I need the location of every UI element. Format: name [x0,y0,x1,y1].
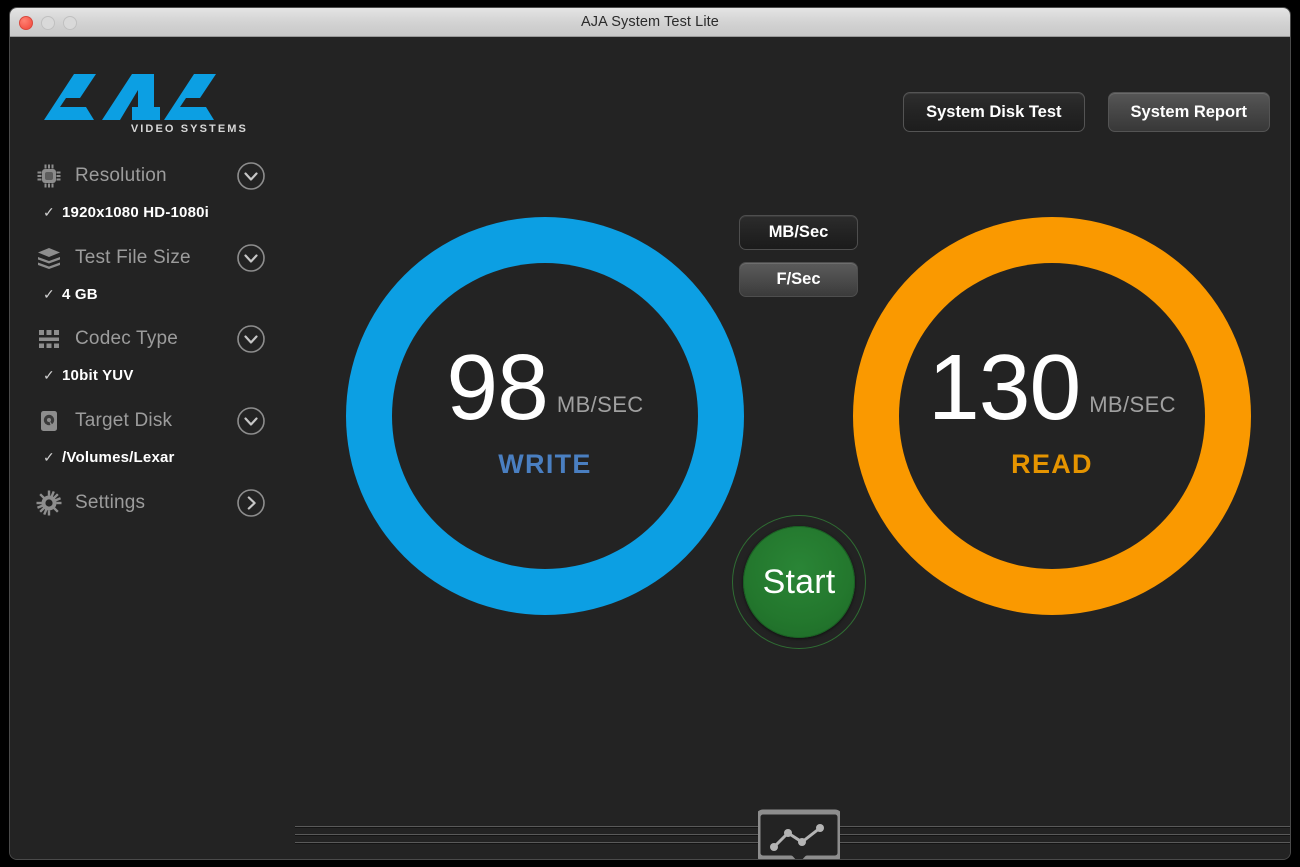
check-icon: ✓ [43,285,55,302]
start-button[interactable]: Start [732,515,866,649]
app-content: VIDEO SYSTEMS Resolution ✓ 1920x1080 HD-… [10,37,1290,859]
sidebar-group-resolution: Resolution ✓ 1920x1080 HD-1080i [10,155,288,227]
gear-icon [36,490,62,516]
write-value: 98 [446,334,548,439]
read-gauge: 130 MB/SEC READ [853,217,1251,615]
sidebar-group-codec-type: Codec Type ✓ 10bit YUV [10,318,288,390]
sidebar-value-target-disk[interactable]: ✓ /Volumes/Lexar [10,442,288,472]
unit-button-mb-per-sec[interactable]: MB/Sec [739,215,858,250]
system-disk-test-button[interactable]: System Disk Test [903,92,1085,132]
sidebar-label-target-disk: Target Disk [75,410,173,431]
check-icon: ✓ [43,366,55,383]
sidebar: VIDEO SYSTEMS Resolution ✓ 1920x1080 HD-… [10,37,288,859]
aja-logo-mark [44,74,216,120]
chevron-right-icon[interactable] [236,488,266,518]
unit-toggle-group: MB/Sec F/Sec [739,215,858,297]
write-gauge: 98 MB/SEC WRITE [346,217,744,615]
window-controls [19,8,77,37]
header-buttons: System Disk Test System Report [903,92,1270,132]
sidebar-value-test-file-size-text: 4 GB [62,285,98,303]
window-title: AJA System Test Lite [581,14,719,30]
chevron-down-icon[interactable] [236,406,266,436]
maximize-button[interactable] [63,15,77,30]
read-gauge-face: 130 MB/SEC READ [899,263,1205,569]
sidebar-value-codec-type-text: 10bit YUV [62,366,134,384]
chevron-down-icon[interactable] [236,161,266,191]
sidebar-item-test-file-size[interactable]: Test File Size [10,237,288,279]
unit-button-f-per-sec[interactable]: F/Sec [739,262,858,297]
sidebar-item-codec-type[interactable]: Codec Type [10,318,288,360]
start-button-label: Start [762,562,836,601]
write-value-row: 98 MB/SEC [446,334,644,439]
close-button[interactable] [19,15,33,30]
chevron-down-icon[interactable] [236,324,266,354]
app-window: AJA System Test Lite VIDEO SYSTEMS Resol… [10,8,1290,859]
sidebar-label-test-file-size: Test File Size [75,247,191,268]
sidebar-item-resolution[interactable]: Resolution [10,155,288,197]
layers-icon [36,245,62,271]
check-icon: ✓ [43,448,55,465]
sidebar-value-resolution[interactable]: ✓ 1920x1080 HD-1080i [10,197,288,227]
hard-disk-icon [36,408,62,434]
write-gauge-face: 98 MB/SEC WRITE [392,263,698,569]
sidebar-label-resolution: Resolution [75,165,167,186]
sidebar-value-test-file-size[interactable]: ✓ 4 GB [10,279,288,309]
cpu-chip-icon [36,163,62,189]
minimize-button[interactable] [41,15,55,30]
sidebar-value-resolution-text: 1920x1080 HD-1080i [62,203,210,221]
sidebar-label-settings: Settings [75,492,146,513]
sidebar-item-settings[interactable]: Settings [10,482,288,524]
read-value-row: 130 MB/SEC [928,334,1176,439]
system-report-button[interactable]: System Report [1107,92,1270,132]
grid-icon [36,326,62,352]
sidebar-value-codec-type[interactable]: ✓ 10bit YUV [10,360,288,390]
write-unit: MB/SEC [556,392,644,418]
sidebar-group-test-file-size: Test File Size ✓ 4 GB [10,237,288,309]
sidebar-group-target-disk: Target Disk ✓ /Volumes/Lexar [10,400,288,472]
write-label: WRITE [498,449,592,480]
read-value: 130 [928,334,1081,439]
check-icon: ✓ [43,203,55,220]
line-chart-callout-icon[interactable] [755,809,843,859]
sidebar-item-target-disk[interactable]: Target Disk [10,400,288,442]
footer-chart-bar [10,809,1290,859]
start-button-inner: Start [743,526,855,638]
title-bar: AJA System Test Lite [10,8,1290,37]
sidebar-label-codec-type: Codec Type [75,328,179,349]
sidebar-group-settings: Settings [10,482,288,524]
read-label: READ [1011,449,1093,480]
aja-tagline: VIDEO SYSTEMS [130,123,248,135]
read-unit: MB/SEC [1089,392,1176,418]
aja-logo: VIDEO SYSTEMS [40,68,250,143]
chevron-down-icon[interactable] [236,243,266,273]
sidebar-value-target-disk-text: /Volumes/Lexar [62,448,175,466]
